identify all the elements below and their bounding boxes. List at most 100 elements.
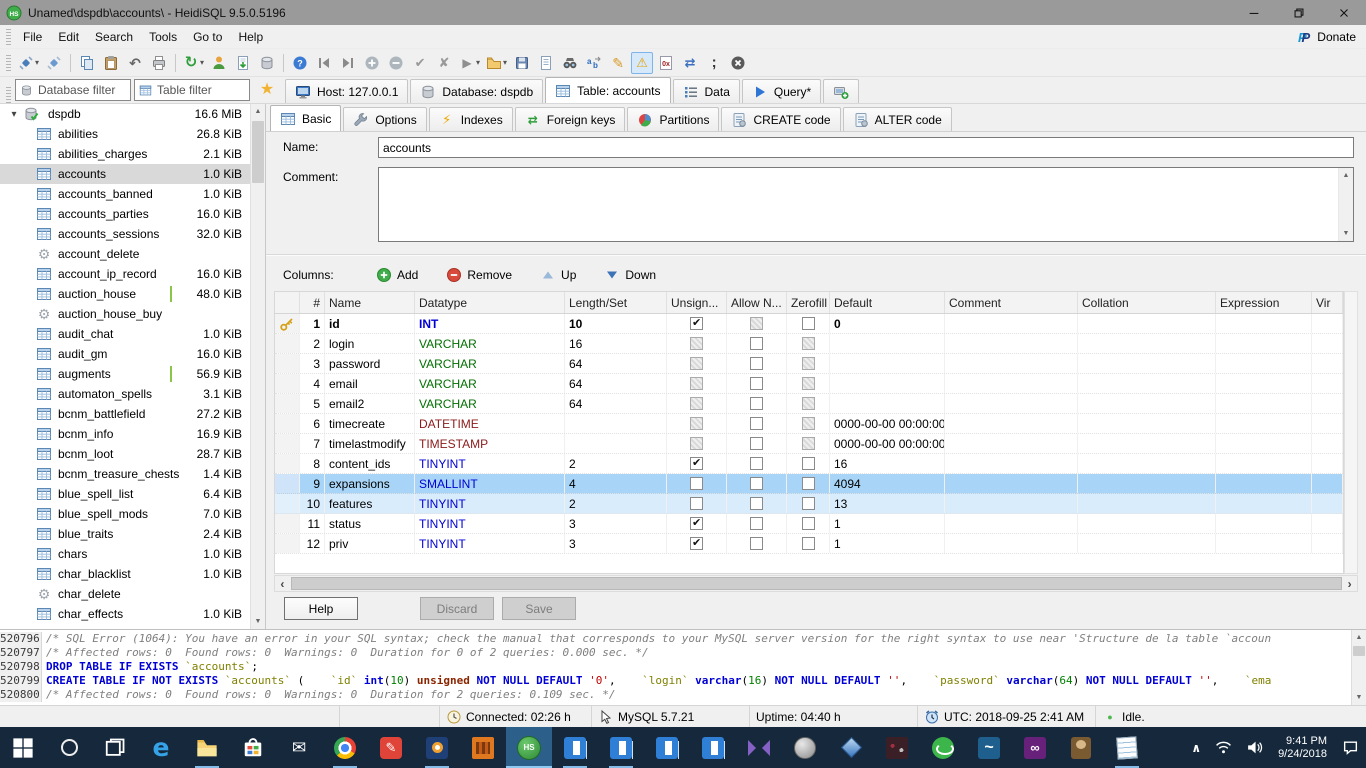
tree-table-automaton-spells[interactable]: automaton_spells3.1 KiB	[0, 384, 250, 404]
unsigned-checkbox[interactable]	[690, 457, 703, 470]
column-header-name[interactable]: Name	[325, 292, 415, 313]
grid-row-status[interactable]: 11statusTINYINT31	[275, 514, 1343, 534]
tree-table-accounts[interactable]: accounts1.0 KiB	[0, 164, 250, 184]
tab-data[interactable]: Data	[673, 79, 740, 103]
menubar-grip[interactable]	[6, 29, 11, 45]
first-row-button[interactable]	[313, 52, 335, 74]
tree-table-account-delete[interactable]: ⚙account_delete	[0, 244, 250, 264]
mail-icon[interactable]: ✉	[276, 727, 322, 768]
grid-row-email[interactable]: 4emailVARCHAR64	[275, 374, 1343, 394]
print-button[interactable]	[148, 52, 170, 74]
grid-horizontal-scrollbar[interactable]: ‹ ›	[274, 575, 1358, 592]
allow-null-checkbox[interactable]	[750, 457, 763, 470]
zerofill-checkbox[interactable]	[802, 317, 815, 330]
allow-null-checkbox[interactable]	[750, 377, 763, 390]
volume-icon[interactable]	[1239, 727, 1270, 768]
allow-null-checkbox[interactable]	[750, 537, 763, 550]
scroll-down-icon[interactable]: ▼	[251, 614, 265, 629]
tree-table-auction-house-buy[interactable]: ⚙auction_house_buy	[0, 304, 250, 324]
green-app-icon[interactable]	[920, 727, 966, 768]
column-header-unsign[interactable]: Unsign...	[667, 292, 727, 313]
column-header-[interactable]: #	[300, 292, 325, 313]
grid-row-expansions[interactable]: 9expansionsSMALLINT44094	[275, 474, 1343, 494]
tab-partitions[interactable]: Partitions	[627, 107, 719, 131]
unsigned-checkbox[interactable]	[690, 477, 703, 490]
save-button[interactable]: Save	[502, 597, 576, 620]
help-button[interactable]: Help	[284, 597, 358, 620]
tree-scrollbar[interactable]: ▲ ▼	[250, 104, 265, 629]
last-row-button[interactable]	[337, 52, 359, 74]
tree-table-blue-spell-mods[interactable]: blue_spell_mods7.0 KiB	[0, 504, 250, 524]
user-manager-button[interactable]	[208, 52, 230, 74]
character-app-icon[interactable]	[1058, 727, 1104, 768]
column-header-datatype[interactable]: Datatype	[415, 292, 565, 313]
chrome-icon[interactable]	[322, 727, 368, 768]
table-name-input[interactable]: accounts	[378, 137, 1354, 158]
visual-studio-icon[interactable]	[736, 727, 782, 768]
start-button[interactable]	[0, 727, 46, 768]
grid-row-timelastmodify[interactable]: 7timelastmodifyTIMESTAMP0000-00-00 00:00…	[275, 434, 1343, 454]
scroll-down-icon[interactable]: ▼	[1352, 690, 1366, 705]
help-button[interactable]: ?	[289, 52, 311, 74]
file-explorer-icon[interactable]	[184, 727, 230, 768]
expand-arrow-icon[interactable]: ▾	[8, 109, 20, 120]
hidden-icons-button[interactable]: ∧	[1184, 727, 1208, 768]
zerofill-checkbox[interactable]	[802, 477, 815, 490]
tree-table-char-effects[interactable]: char_effects1.0 KiB	[0, 604, 250, 624]
save-sql-button[interactable]	[511, 52, 533, 74]
session-manager-button[interactable]: ▾	[16, 52, 41, 74]
log-scrollbar-thumb[interactable]	[1353, 646, 1365, 656]
grid-vertical-scrollbar[interactable]	[1344, 291, 1358, 574]
replace-text-button[interactable]: ab	[583, 52, 605, 74]
table-comment-input[interactable]: ▲ ▼	[378, 167, 1354, 242]
allow-null-checkbox[interactable]	[750, 437, 763, 450]
up-column-button[interactable]: Up	[540, 267, 576, 283]
tree-table-audit-gm[interactable]: audit_gm16.0 KiB	[0, 344, 250, 364]
tree-table-bcnm-treasure-chests[interactable]: bcnm_treasure_chests1.4 KiB	[0, 464, 250, 484]
post-changes-button[interactable]: ✔	[409, 52, 431, 74]
crystal-app-icon[interactable]	[828, 727, 874, 768]
round-app-icon[interactable]	[782, 727, 828, 768]
comment-scrollbar[interactable]: ▲ ▼	[1338, 168, 1353, 241]
game-app-icon[interactable]	[460, 727, 506, 768]
tree-table-bcnm-battlefield[interactable]: bcnm_battlefield27.2 KiB	[0, 404, 250, 424]
column-header-expression[interactable]: Expression	[1216, 292, 1312, 313]
grid-row-id[interactable]: 1idINT100	[275, 314, 1343, 334]
tree-database-dspdb[interactable]: ▾dspdb16.6 MiB	[0, 104, 250, 124]
scroll-left-icon[interactable]: ‹	[275, 576, 290, 591]
remove-column-button[interactable]: Remove	[446, 267, 512, 283]
window-app-icon[interactable]	[644, 727, 690, 768]
menu-edit[interactable]: Edit	[50, 27, 87, 47]
window-app-icon[interactable]	[598, 727, 644, 768]
grid-row-login[interactable]: 2loginVARCHAR16	[275, 334, 1343, 354]
tab-create-code[interactable]: CREATE code	[721, 107, 840, 131]
scroll-up-icon[interactable]: ▲	[1339, 168, 1353, 183]
tree-table-char-blacklist[interactable]: char_blacklist1.0 KiB	[0, 564, 250, 584]
action-center-button[interactable]	[1335, 727, 1366, 768]
unsigned-checkbox[interactable]	[690, 537, 703, 550]
column-header-allow-n[interactable]: Allow N...	[727, 292, 787, 313]
grid-hscrollbar-thumb[interactable]	[291, 577, 1342, 590]
grid-row-content-ids[interactable]: 8content_idsTINYINT216	[275, 454, 1343, 474]
store-icon[interactable]	[230, 727, 276, 768]
export-grid-rows-button[interactable]	[535, 52, 557, 74]
down-column-button[interactable]: Down	[604, 267, 656, 283]
tree-table-accounts-banned[interactable]: accounts_banned1.0 KiB	[0, 184, 250, 204]
insert-row-button[interactable]	[361, 52, 383, 74]
find-text-button[interactable]	[559, 52, 581, 74]
unsigned-checkbox[interactable]	[690, 517, 703, 530]
menu-file[interactable]: File	[15, 27, 50, 47]
tree-table-accounts-parties[interactable]: accounts_parties16.0 KiB	[0, 204, 250, 224]
tab-new-query[interactable]	[823, 79, 859, 103]
cortana-button[interactable]	[46, 727, 92, 768]
tree-table-account-ip-record[interactable]: account_ip_record16.0 KiB	[0, 264, 250, 284]
dark-app-icon[interactable]	[874, 727, 920, 768]
tree-table-blue-traits[interactable]: blue_traits2.4 KiB	[0, 524, 250, 544]
restore-button[interactable]	[1276, 0, 1321, 25]
scroll-down-icon[interactable]: ▼	[1339, 226, 1353, 241]
scroll-up-icon[interactable]: ▲	[1352, 630, 1366, 645]
task-view-button[interactable]	[92, 727, 138, 768]
allow-null-checkbox[interactable]	[750, 497, 763, 510]
tree-table-bcnm-info[interactable]: bcnm_info16.9 KiB	[0, 424, 250, 444]
tab-foreign-keys[interactable]: ⇄Foreign keys	[515, 107, 626, 131]
